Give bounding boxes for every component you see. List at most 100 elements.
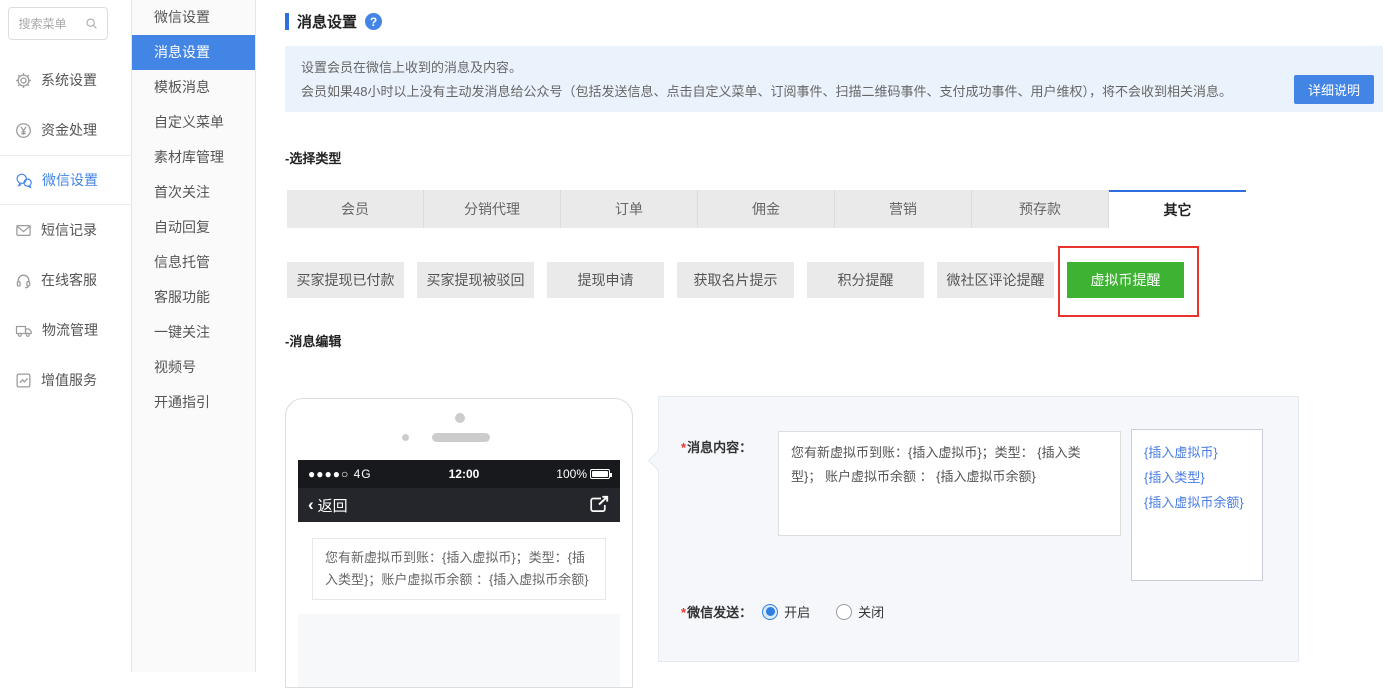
- share-icon[interactable]: [588, 495, 610, 515]
- question-circle-icon[interactable]: ?: [365, 13, 383, 30]
- tab-distribution-agent[interactable]: 分销代理: [424, 190, 561, 228]
- submenu-item-message-settings[interactable]: 消息设置: [132, 35, 255, 70]
- signal-indicator: ●●●●○ 4G: [308, 467, 372, 481]
- sidebar-item-value-added[interactable]: 增值服务: [0, 355, 131, 405]
- back-button[interactable]: ‹ 返回: [308, 495, 348, 516]
- sidebar-item-label: 在线客服: [41, 272, 97, 288]
- insert-variables-box: {插入虚拟币} {插入类型} {插入虚拟币余额}: [1131, 429, 1263, 581]
- phone-screen: ●●●●○ 4G 12:00 100% ‹ 返回 您有新虚拟币到账：{插入虚拟币…: [298, 460, 620, 687]
- type-tabs: 会员 分销代理 订单 佣金 营销 预存款 其它: [287, 190, 1246, 228]
- main-content: 消息设置 ? 设置会员在微信上收到的消息及内容。 会员如果48小时以上没有主动发…: [256, 0, 1385, 688]
- phone-message-zone: 您有新虚拟币到账：{插入虚拟币}；类型：{插入类型}；账户虚拟币余额 ：{插入虚…: [298, 522, 620, 614]
- menu-search-input[interactable]: [18, 16, 81, 31]
- required-mark: *: [681, 440, 687, 455]
- radio-off[interactable]: 关闭: [836, 602, 884, 621]
- page-title-text: 消息设置: [297, 14, 358, 31]
- submenu-item-one-key-follow[interactable]: 一键关注: [132, 315, 255, 350]
- menu-search-box[interactable]: [8, 7, 108, 40]
- sidebar-item-label: 增值服务: [41, 372, 97, 388]
- tab-marketing[interactable]: 营销: [835, 190, 972, 228]
- insert-type-link[interactable]: {插入类型}: [1144, 465, 1250, 490]
- submenu-item-info-hosting[interactable]: 信息托管: [132, 245, 255, 280]
- type-button-withdraw-paid[interactable]: 买家提现已付款: [287, 262, 404, 298]
- sidebar-item-funds[interactable]: 资金处理: [0, 105, 131, 155]
- type-button-virtual-currency-reminder[interactable]: 虚拟币提醒: [1067, 262, 1184, 298]
- sidebar-item-label: 资金处理: [41, 122, 97, 138]
- title-accent-bar: [285, 13, 289, 30]
- message-preview: 您有新虚拟币到账：{插入虚拟币}；类型：{插入类型}；账户虚拟币余额 ：{插入虚…: [312, 538, 606, 600]
- search-icon: [85, 18, 97, 29]
- radio-on[interactable]: 开启: [762, 602, 810, 621]
- battery-indicator: 100%: [556, 467, 612, 481]
- select-type-heading: -选择类型: [285, 151, 342, 166]
- envelope-icon: [16, 224, 31, 236]
- sidebar-item-wechat-settings[interactable]: 微信设置: [0, 155, 131, 205]
- phone-sensor-dot: [402, 434, 409, 441]
- truck-icon: [15, 325, 32, 337]
- tab-prepaid[interactable]: 预存款: [972, 190, 1109, 228]
- submenu-item-service-function[interactable]: 客服功能: [132, 280, 255, 315]
- radio-off-label: 关闭: [858, 605, 885, 620]
- radio-on-label: 开启: [784, 605, 811, 620]
- back-label: 返回: [317, 497, 348, 515]
- chart-icon: [16, 372, 31, 388]
- message-edit-panel: *消息内容： 您有新虚拟币到账：{插入虚拟币}；类型： {插入类型}； 账户虚拟…: [647, 396, 1299, 662]
- phone-screen-background: [298, 614, 620, 687]
- sidebar-item-label: 系统设置: [41, 72, 97, 88]
- notice-line-1: 设置会员在微信上收到的消息及内容。: [301, 60, 523, 75]
- type-button-withdraw-apply[interactable]: 提现申请: [547, 262, 664, 298]
- wechat-icon: [16, 173, 32, 189]
- insert-balance-link[interactable]: {插入虚拟币余额}: [1144, 490, 1250, 515]
- battery-percent: 100%: [556, 467, 587, 481]
- submenu-item-media-library[interactable]: 素材库管理: [132, 140, 255, 175]
- sidebar-item-label: 短信记录: [41, 222, 97, 238]
- sidebar-item-label: 物流管理: [42, 322, 98, 338]
- submenu-item-activation-guide[interactable]: 开通指引: [132, 385, 255, 420]
- submenu-item-video-account[interactable]: 视频号: [132, 350, 255, 385]
- submenu-item-wechat-settings[interactable]: 微信设置: [132, 0, 255, 35]
- secondary-sidebar: 微信设置 消息设置 模板消息 自定义菜单 素材库管理 首次关注 自动回复 信息托…: [131, 0, 256, 672]
- tab-other[interactable]: 其它: [1109, 190, 1246, 228]
- wechat-send-row: *微信发送： 开启 关闭: [681, 602, 884, 621]
- chevron-left-icon: ‹: [308, 495, 314, 514]
- message-type-buttons: 买家提现已付款 买家提现被驳回 提现申请 获取名片提示 积分提醒 微社区评论提醒…: [287, 262, 1184, 298]
- submenu-item-custom-menu[interactable]: 自定义菜单: [132, 105, 255, 140]
- submenu-item-first-follow[interactable]: 首次关注: [132, 175, 255, 210]
- yen-circle-icon: [16, 122, 31, 138]
- submenu-item-template-message[interactable]: 模板消息: [132, 70, 255, 105]
- panel-callout-arrow: [647, 449, 670, 472]
- detail-button[interactable]: 详细说明: [1293, 75, 1374, 104]
- notice-line-2: 会员如果48小时以上没有主动发消息给公众号（包括发送信息、点击自定义菜单、订阅事…: [301, 84, 1232, 99]
- message-edit-heading: -消息编辑: [285, 334, 342, 349]
- radio-off-icon: [836, 603, 853, 620]
- primary-sidebar: 系统设置 资金处理 微信设置 短信记录: [0, 0, 131, 672]
- content-field-label: *消息内容：: [681, 440, 753, 455]
- sidebar-item-system-settings[interactable]: 系统设置: [0, 55, 131, 105]
- notice-box: 设置会员在微信上收到的消息及内容。 会员如果48小时以上没有主动发消息给公众号（…: [285, 46, 1383, 112]
- submenu-item-auto-reply[interactable]: 自动回复: [132, 210, 255, 245]
- type-button-withdraw-rejected[interactable]: 买家提现被驳回: [417, 262, 534, 298]
- send-field-label: *微信发送：: [681, 605, 753, 620]
- status-time: 12:00: [448, 467, 480, 481]
- message-content-textarea[interactable]: 您有新虚拟币到账：{插入虚拟币}；类型： {插入类型}； 账户虚拟币余额 ： {…: [778, 431, 1121, 536]
- tab-commission[interactable]: 佣金: [698, 190, 835, 228]
- sidebar-item-online-service[interactable]: 在线客服: [0, 255, 131, 305]
- page-title: 消息设置 ?: [285, 11, 383, 32]
- phone-status-bar: ●●●●○ 4G 12:00 100%: [298, 460, 620, 488]
- tab-member[interactable]: 会员: [287, 190, 424, 228]
- insert-virtual-currency-link[interactable]: {插入虚拟币}: [1144, 440, 1250, 465]
- type-button-points-reminder[interactable]: 积分提醒: [807, 262, 924, 298]
- sidebar-item-label: 微信设置: [42, 172, 98, 188]
- phone-preview: ●●●●○ 4G 12:00 100% ‹ 返回 您有新虚拟币到账：{插入虚拟币…: [285, 398, 633, 688]
- sidebar-item-logistics[interactable]: 物流管理: [0, 305, 131, 355]
- radio-on-icon: [762, 603, 779, 620]
- headset-icon: [16, 274, 31, 288]
- type-button-community-comment-reminder[interactable]: 微社区评论提醒: [937, 262, 1054, 298]
- type-button-get-card-tip[interactable]: 获取名片提示: [677, 262, 794, 298]
- gear-icon: [16, 72, 31, 88]
- phone-nav-bar: ‹ 返回: [298, 488, 620, 522]
- phone-camera-dot: [455, 413, 465, 423]
- battery-icon: [590, 469, 612, 479]
- tab-order[interactable]: 订单: [561, 190, 698, 228]
- sidebar-item-sms-log[interactable]: 短信记录: [0, 205, 131, 255]
